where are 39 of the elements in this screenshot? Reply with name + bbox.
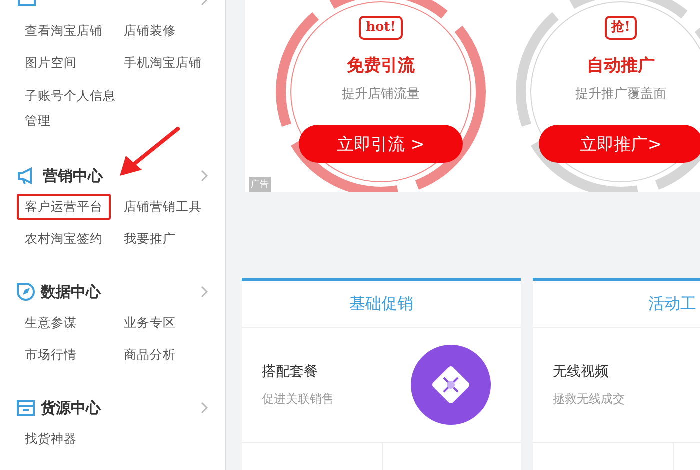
tool-row[interactable]: 无线视频 拯救无线成交 bbox=[533, 328, 700, 443]
menu-link[interactable]: 农村淘宝签约 bbox=[17, 226, 111, 252]
promo-title: 自动推广 bbox=[587, 55, 655, 77]
speech-bubble-badge: hot! bbox=[359, 16, 403, 40]
promo-title: 免费引流 bbox=[347, 55, 415, 77]
speech-bubble-badge: 抢! bbox=[604, 16, 638, 40]
menu-link[interactable]: 生意参谋 bbox=[17, 310, 85, 336]
chevron-right-icon bbox=[201, 286, 209, 298]
menu-link[interactable]: 我要推广 bbox=[116, 226, 184, 252]
promo-subtitle: 提升店铺流量 bbox=[342, 86, 420, 103]
tool-subtitle: 促进关联销售 bbox=[262, 390, 335, 408]
tool-title[interactable]: 搭配套餐 bbox=[262, 362, 411, 380]
puzzle-icon[interactable] bbox=[411, 345, 491, 425]
compass-icon bbox=[17, 283, 35, 301]
menu-link[interactable]: 市场行情 bbox=[17, 342, 85, 368]
menu-link[interactable]: 找货神器 bbox=[17, 426, 85, 452]
tool-row[interactable]: 搭配套餐 促进关联销售 bbox=[242, 328, 521, 443]
menu-link[interactable]: 店铺营销工具 bbox=[116, 194, 210, 220]
chevron-right-icon bbox=[201, 402, 209, 414]
promo-button[interactable]: 立即引流 > bbox=[299, 125, 463, 163]
menu-link[interactable]: 子账号个人信息管理 bbox=[17, 80, 129, 136]
promo-subtitle: 提升推广覆盖面 bbox=[576, 86, 666, 103]
menu-link[interactable]: 商品分析 bbox=[116, 342, 184, 368]
section-title[interactable]: 营销中心 bbox=[43, 166, 201, 186]
ad-label: 广告 bbox=[249, 177, 271, 192]
section-title[interactable]: 货源中心 bbox=[41, 398, 201, 418]
menu-link[interactable]: 查看淘宝店铺 bbox=[17, 18, 111, 44]
menu-link[interactable]: 客户运营平台 bbox=[17, 194, 111, 220]
tool-subtitle: 拯救无线成交 bbox=[553, 390, 626, 408]
tool-title[interactable]: 无线视频 bbox=[553, 362, 700, 380]
menu-link[interactable]: 手机淘宝店铺 bbox=[116, 50, 210, 76]
chevron-right-icon bbox=[201, 170, 209, 182]
menu-link[interactable]: 店铺装修 bbox=[116, 18, 184, 44]
annotation-arrow bbox=[118, 126, 182, 178]
section-title[interactable]: 数据中心 bbox=[41, 282, 201, 302]
menu-link[interactable]: 业务专区 bbox=[116, 310, 184, 336]
box-icon bbox=[17, 399, 35, 417]
menu-link[interactable]: 图片空间 bbox=[17, 50, 85, 76]
promo-button[interactable]: 立即推广> bbox=[539, 125, 700, 163]
